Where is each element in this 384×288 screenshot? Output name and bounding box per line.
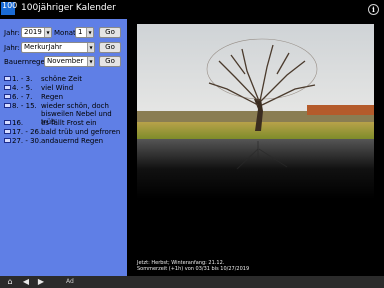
back-icon[interactable]: ◀: [21, 277, 31, 287]
home-icon[interactable]: ⌂: [5, 277, 15, 287]
jahr-row: Jahr: MerkurJahr ▼ Go: [0, 42, 127, 54]
list-item-desc: schöne Zeit: [41, 75, 82, 83]
calendar-icon: [4, 120, 11, 125]
calendar-icon: [4, 103, 11, 108]
sidebar: Jahr: 2019 ▼ Monat: 1 ▼ Go Jahr: MerkurJ…: [0, 19, 127, 276]
list-item-range: 17. - 26.: [12, 128, 42, 136]
list-item[interactable]: 4. - 5. viel Wind: [0, 84, 127, 93]
app-title: 100jähriger Kalender: [21, 3, 116, 13]
calendar-icon: [4, 129, 11, 134]
tree-landscape-image: [137, 24, 374, 199]
list-item-range: 1. - 3.: [12, 75, 33, 83]
jahr-go-button[interactable]: Go: [99, 42, 121, 53]
list-item[interactable]: 27. - 30. andauernd Regen: [0, 137, 127, 146]
list-item-range: 16.: [12, 119, 24, 127]
weather-list: 1. - 3. schöne Zeit 4. - 5. viel Wind 6.…: [0, 75, 127, 146]
list-item-range: 6. - 7.: [12, 93, 33, 101]
list-item[interactable]: 6. - 7. Regen: [0, 93, 127, 102]
calendar-icon: [4, 94, 11, 99]
list-item-range: 8. - 15.: [12, 102, 37, 110]
list-item[interactable]: 8. - 15. wieder schön, doch bisweilen Ne…: [0, 102, 127, 126]
list-item-desc: viel Wind: [41, 84, 74, 92]
status-line-2: Sommerzeit (+1h) von 03/31 bis 10/27/201…: [137, 266, 250, 272]
jahr-select[interactable]: MerkurJahr ▼: [21, 42, 95, 53]
info-icon[interactable]: i: [368, 4, 379, 15]
list-item[interactable]: 17. - 26. bald trüb und gefroren: [0, 128, 127, 137]
bottom-bar: ⌂ ◀ ▶ Ad: [0, 276, 384, 288]
list-item-desc: es fällt Frost ein: [41, 119, 97, 127]
year-value: 2019: [24, 28, 42, 36]
calendar-icon: [4, 76, 11, 81]
chevron-down-icon: ▼: [87, 43, 94, 52]
app-icon: 100: [1, 2, 17, 15]
calendar-icon: [4, 85, 11, 90]
list-item-desc: bald trüb und gefroren: [41, 128, 121, 136]
forward-icon[interactable]: ▶: [36, 277, 46, 287]
jahr-value: MerkurJahr: [24, 43, 63, 51]
list-item[interactable]: 16. es fällt Frost ein: [0, 119, 127, 128]
list-item-range: 27. - 30.: [12, 137, 42, 145]
year-select[interactable]: 2019 ▼: [21, 27, 52, 38]
list-item-desc: andauernd Regen: [41, 137, 104, 145]
bauern-go-button[interactable]: Go: [99, 56, 121, 67]
status-text: Jetzt: Herbst; Winteranfang: 21.12. Somm…: [137, 260, 249, 272]
season-image: [127, 19, 384, 276]
list-item[interactable]: 1. - 3. schöne Zeit: [0, 75, 127, 84]
month-select[interactable]: 1 ▼: [75, 27, 94, 38]
calendar-icon: [4, 138, 11, 143]
bauern-row: Bauernregeln: November ▼ Go: [0, 56, 127, 68]
list-item-desc: Regen: [41, 93, 64, 101]
date-row: Jahr: 2019 ▼ Monat: 1 ▼ Go: [0, 27, 127, 39]
title-bar: 100 100jähriger Kalender i: [0, 0, 384, 19]
jahr-label: Jahr:: [4, 44, 20, 52]
bauern-value: November: [47, 57, 84, 65]
ad-label[interactable]: Ad: [66, 278, 74, 285]
bauern-select[interactable]: November ▼: [44, 56, 95, 67]
month-value: 1: [78, 28, 83, 36]
list-item-range: 4. - 5.: [12, 84, 33, 92]
date-go-button[interactable]: Go: [99, 27, 121, 38]
chevron-down-icon: ▼: [44, 28, 51, 37]
chevron-down-icon: ▼: [87, 57, 94, 66]
chevron-down-icon: ▼: [86, 28, 93, 37]
year-label: Jahr:: [4, 29, 20, 37]
